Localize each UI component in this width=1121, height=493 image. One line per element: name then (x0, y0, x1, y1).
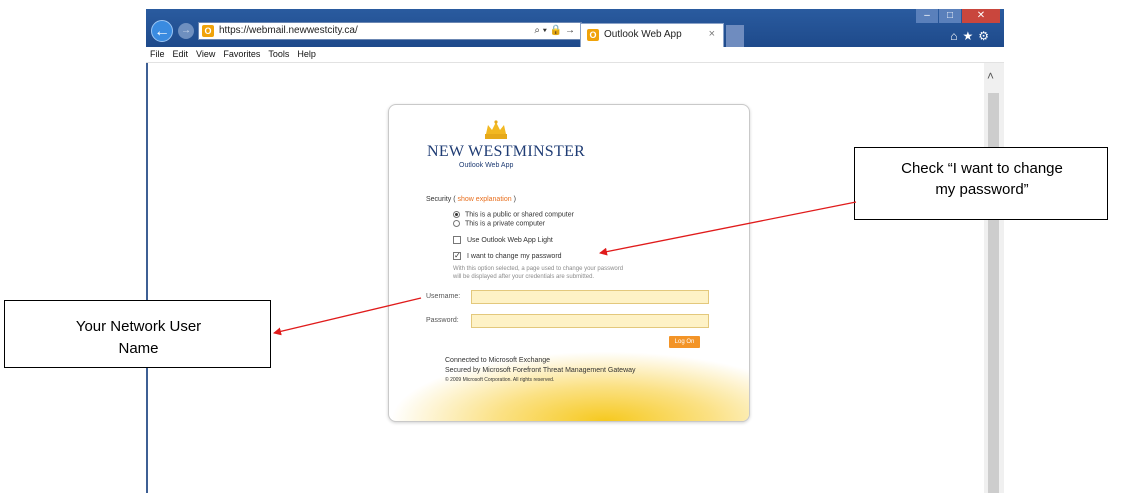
arrow-to-change-password (599, 201, 857, 256)
arrow-to-username (273, 297, 422, 336)
annotation-arrows (273, 201, 857, 336)
